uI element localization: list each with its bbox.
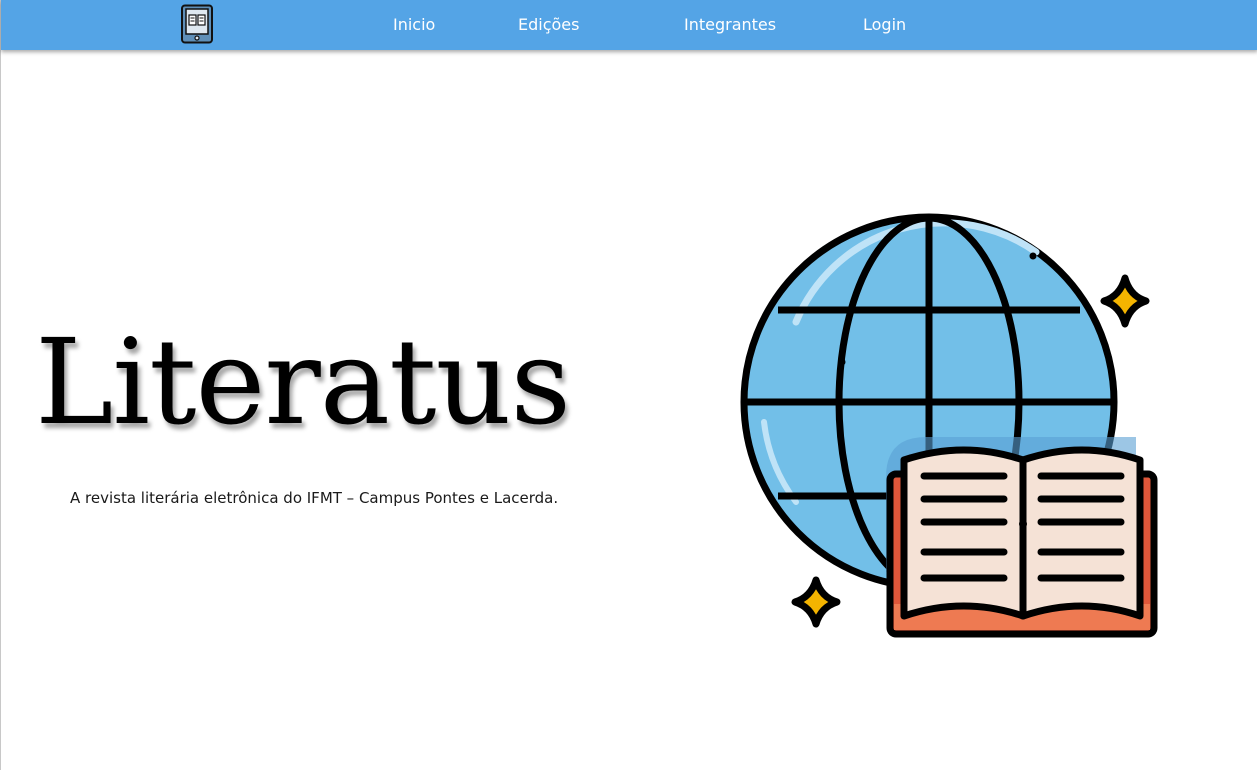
hero-title: Literatus — [35, 313, 571, 451]
page: Inicio Edições Integrantes Login Literat… — [0, 0, 1257, 770]
nav-link-inicio[interactable]: Inicio — [393, 14, 435, 36]
ebook-reader-icon[interactable] — [180, 4, 214, 44]
globe-with-open-book-icon — [736, 212, 1161, 642]
hero-subtitle: A revista literária eletrônica do IFMT –… — [70, 489, 559, 507]
nav-link-integrantes[interactable]: Integrantes — [684, 14, 776, 36]
nav-link-login[interactable]: Login — [863, 14, 906, 36]
top-navbar: Inicio Edições Integrantes Login — [1, 0, 1257, 50]
nav-link-edicoes[interactable]: Edições — [518, 14, 579, 36]
